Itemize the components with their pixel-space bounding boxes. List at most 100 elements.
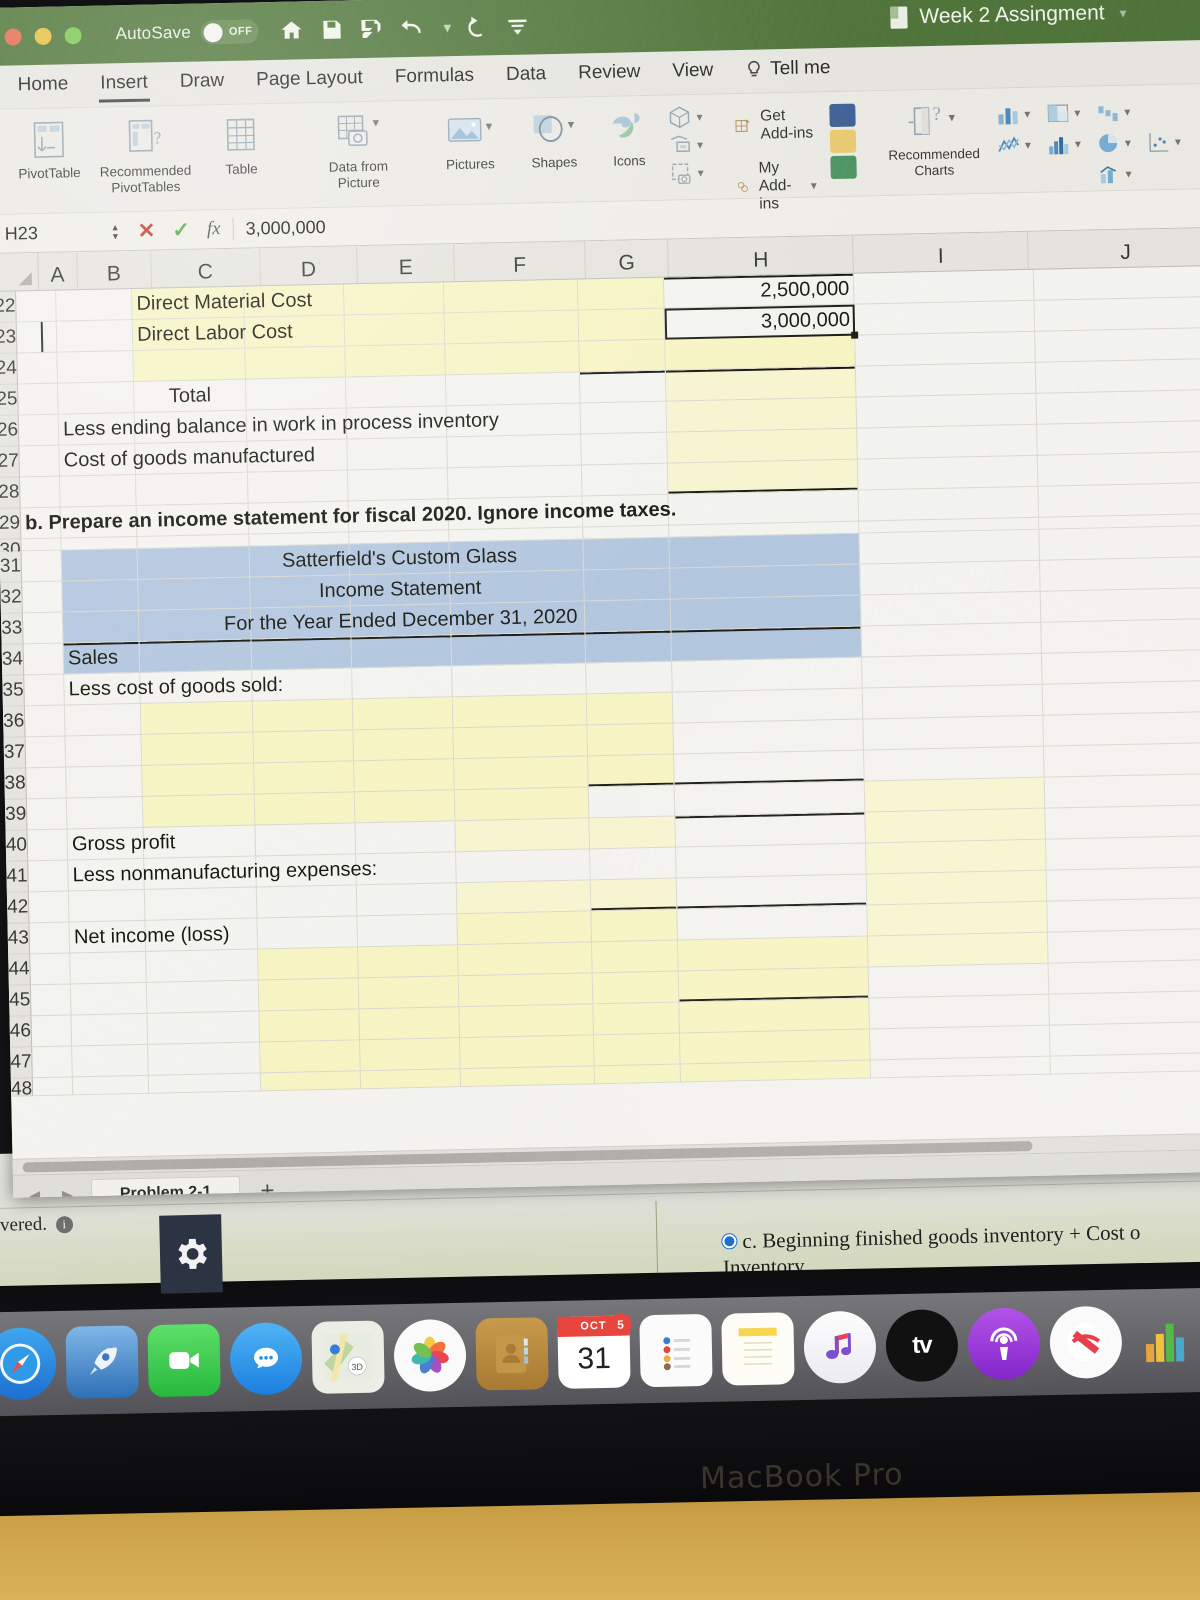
cell-b36[interactable]: [65, 703, 142, 737]
cell-e31[interactable]: Satterfield's Custom Glass: [282, 542, 517, 576]
recommended-charts-button[interactable]: ? ▾ Recommended Charts: [881, 93, 987, 179]
cell-a25[interactable]: [18, 383, 59, 416]
cell-b26[interactable]: Less ending balance in work in process i…: [58, 409, 499, 446]
dock-item-appletv[interactable]: tv: [885, 1308, 959, 1383]
cell-a34[interactable]: [23, 643, 65, 676]
cell-f27[interactable]: [447, 434, 583, 469]
cell-g42[interactable]: [590, 878, 678, 912]
cell-g37[interactable]: [587, 723, 675, 757]
row-header-33[interactable]: 33: [0, 613, 24, 645]
cell-e45[interactable]: [358, 976, 460, 1010]
cell-f45[interactable]: [458, 973, 594, 1008]
cell-i22[interactable]: [853, 269, 1035, 305]
pie-chart-button[interactable]: ▾: [1096, 130, 1146, 155]
cell-j35[interactable]: [1042, 649, 1200, 685]
combo-chart-button[interactable]: ▾: [1096, 161, 1146, 186]
row-header-42[interactable]: 42: [6, 892, 30, 924]
confirm-check-icon[interactable]: ✓: [172, 217, 190, 242]
cell-a36[interactable]: [25, 705, 66, 738]
cell-g22[interactable]: [578, 277, 665, 311]
dock-item-contacts[interactable]: [475, 1317, 549, 1391]
cell-h37[interactable]: [673, 719, 865, 755]
cell-b24[interactable]: [57, 350, 135, 384]
cell-c39[interactable]: [142, 794, 256, 828]
grid-rows[interactable]: 22 Direct Material Cost 2,500,000 23 Dir…: [0, 265, 1200, 1097]
cell-f28[interactable]: [448, 465, 583, 500]
tab-data[interactable]: Data: [492, 58, 561, 93]
waterfall-chart-button[interactable]: ▾: [1095, 99, 1145, 124]
cell-j25[interactable]: [1035, 358, 1200, 394]
gear-app-tile[interactable]: [159, 1214, 223, 1294]
cell-i47[interactable]: [870, 1025, 1051, 1061]
cell-g40[interactable]: [589, 816, 677, 850]
cell-h47[interactable]: [680, 1029, 871, 1065]
cell-j36[interactable]: [1042, 680, 1200, 716]
cell-i39[interactable]: [864, 777, 1046, 813]
maps-button[interactable]: [1145, 110, 1195, 111]
tab-review[interactable]: Review: [564, 56, 655, 92]
cell-d40[interactable]: [255, 823, 357, 857]
statistic-chart-button[interactable]: ▾: [1046, 131, 1096, 156]
dock-item-photos[interactable]: [393, 1318, 467, 1393]
dock-item-messages[interactable]: [229, 1322, 303, 1396]
cell-g36[interactable]: [586, 692, 674, 726]
column-header-a[interactable]: A: [38, 252, 78, 290]
cell-c42[interactable]: [144, 887, 258, 921]
column-header-j[interactable]: J: [1028, 227, 1200, 269]
cell-g39[interactable]: [588, 785, 676, 819]
cell-f41[interactable]: [456, 849, 591, 884]
addin-shortcut-chips[interactable]: [829, 96, 857, 180]
cell-e25[interactable]: [346, 375, 447, 409]
cell-h22[interactable]: 2,500,000: [664, 273, 855, 309]
info-circle-icon[interactable]: i: [55, 1216, 73, 1234]
cell-e24[interactable]: [345, 344, 447, 378]
cell-e39[interactable]: [354, 790, 456, 824]
cell-h25[interactable]: [666, 366, 857, 402]
cell-h45[interactable]: [678, 967, 870, 1003]
dock-item-music[interactable]: [803, 1310, 877, 1384]
cell-f22[interactable]: [444, 279, 579, 314]
cell-b48[interactable]: [72, 1075, 150, 1096]
cell-c46[interactable]: [147, 1011, 261, 1045]
cell-a24[interactable]: [17, 352, 59, 385]
cell-a41[interactable]: [28, 860, 69, 893]
cell-e42[interactable]: [356, 883, 458, 917]
ribbon-group-illustrations[interactable]: ▾ Pictures ▾ Shapes Icons ▾ ▾ ▾: [422, 99, 713, 205]
cell-h44[interactable]: [678, 936, 869, 972]
cell-c32[interactable]: [138, 577, 251, 611]
cell-b37[interactable]: [65, 734, 143, 768]
cell-h28[interactable]: [667, 459, 859, 495]
cell-g26[interactable]: [580, 401, 668, 435]
cell-b23[interactable]: [56, 319, 134, 353]
cell-d42[interactable]: [256, 885, 358, 919]
cell-i28[interactable]: [857, 455, 1039, 491]
dock-item-news[interactable]: [1049, 1305, 1123, 1380]
cell-g35[interactable]: [586, 661, 673, 695]
cell-g33[interactable]: [584, 599, 672, 633]
column-header-d[interactable]: D: [259, 246, 358, 286]
cell-g47[interactable]: [594, 1033, 681, 1067]
cell-f35[interactable]: [452, 663, 587, 698]
cell-a27[interactable]: [19, 445, 61, 478]
row-header-27[interactable]: 27: [0, 446, 21, 478]
cell-b38[interactable]: [66, 765, 143, 799]
cell-f34[interactable]: [451, 632, 587, 667]
column-header-f[interactable]: F: [454, 241, 586, 282]
chart-type-grid[interactable]: ▾ ▾ ▾ ▾ ▾ ▾ ▾ ▾: [995, 88, 1197, 191]
line-chart-chevron-down-icon[interactable]: ▾: [1025, 137, 1031, 151]
cell-b32[interactable]: [62, 579, 140, 613]
cell-a22[interactable]: [16, 290, 57, 323]
waterfall-chart-chevron-down-icon[interactable]: ▾: [1124, 104, 1130, 118]
dock-item-maps[interactable]: 3D: [311, 1320, 385, 1394]
cell-h35[interactable]: [672, 657, 863, 693]
cell-j22[interactable]: [1033, 265, 1200, 301]
illustrations-small-list[interactable]: ▾ ▾ ▾: [667, 99, 704, 186]
row-header-25[interactable]: 25: [0, 384, 19, 416]
cell-j28[interactable]: [1037, 451, 1200, 487]
row-header-29[interactable]: 29: [0, 508, 22, 540]
smartart-button[interactable]: ▾: [668, 133, 704, 158]
cell-a28[interactable]: [20, 476, 61, 509]
dock-item-notes[interactable]: [721, 1312, 795, 1386]
row-header-48[interactable]: 48: [10, 1078, 34, 1097]
cell-h43[interactable]: [677, 905, 869, 941]
